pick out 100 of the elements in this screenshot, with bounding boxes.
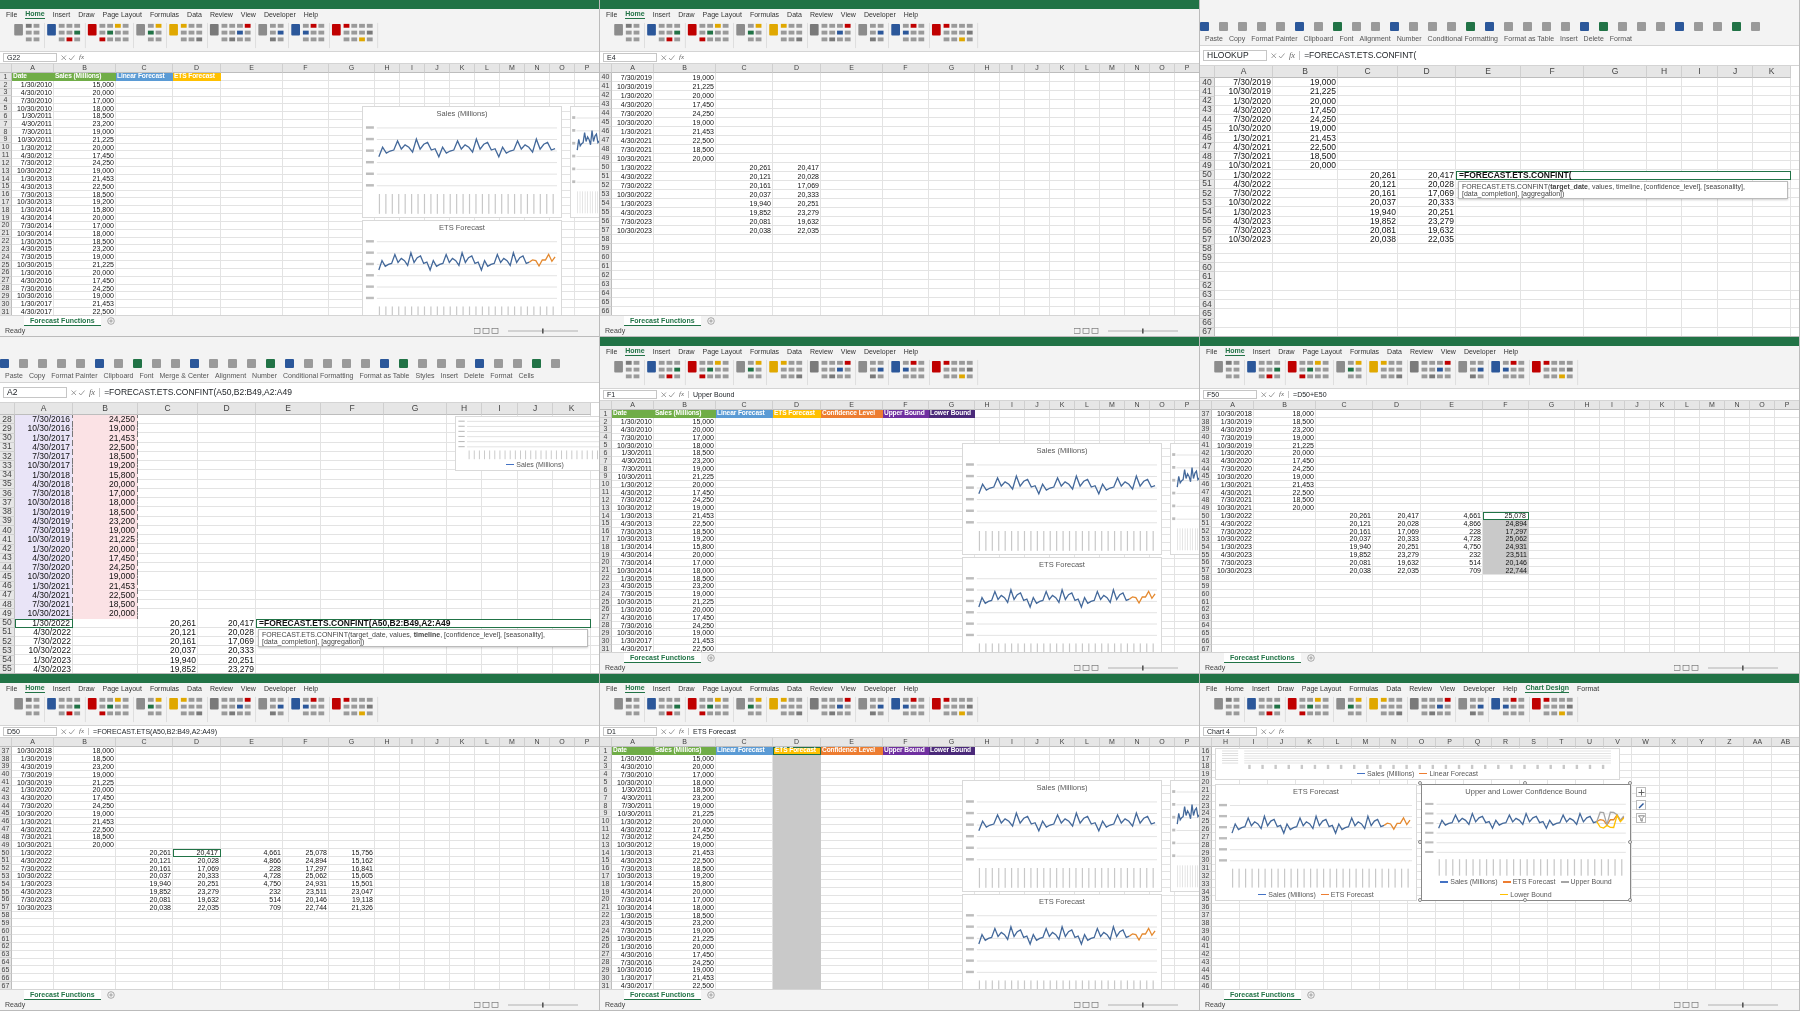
table-cell[interactable]: 1/30/2020 <box>1215 96 1273 106</box>
table-cell[interactable]: 20,333 <box>1398 198 1456 208</box>
select-all-corner[interactable] <box>1200 401 1212 410</box>
chart-elements-button[interactable] <box>1636 787 1646 797</box>
table-cell[interactable]: 1/30/2021 <box>1215 133 1273 143</box>
table-cell[interactable]: 10/30/2023 <box>1215 235 1273 245</box>
resize-handle[interactable] <box>1628 839 1632 844</box>
column-header[interactable]: H <box>1647 66 1682 78</box>
cancel-confirm-icon[interactable] <box>661 728 675 735</box>
resize-handle[interactable] <box>1418 898 1422 902</box>
row-number[interactable]: 41 <box>1200 87 1215 97</box>
row-number[interactable]: 54 <box>0 655 15 665</box>
row-number[interactable]: 65 <box>1200 309 1215 319</box>
select-all-corner[interactable] <box>600 738 612 747</box>
cancel-confirm-icon[interactable] <box>661 391 675 398</box>
resize-handle[interactable] <box>1418 781 1422 785</box>
table-cell[interactable]: 20,121 <box>138 627 198 637</box>
table-cell[interactable]: 21,225 <box>1273 87 1338 97</box>
table-cell[interactable]: 22,035 <box>1398 235 1456 245</box>
table-cell[interactable]: 4/30/2022 <box>15 627 73 637</box>
table-cell[interactable]: 10/30/2022 <box>15 646 73 656</box>
formula-field[interactable]: =FORECAST.ETS.CONFINT( <box>1299 51 1796 60</box>
column-header[interactable]: F <box>1521 66 1584 78</box>
add-sheet-icon[interactable] <box>1306 654 1315 662</box>
column-header[interactable]: D <box>1398 66 1456 78</box>
table-cell[interactable]: 23,279 <box>1398 216 1456 226</box>
table-cell[interactable]: 10/30/2020 <box>15 572 73 582</box>
selected-cell[interactable] <box>773 981 821 989</box>
table-cell[interactable]: 20,000 <box>1273 161 1338 171</box>
row-number[interactable]: 62 <box>1200 281 1215 291</box>
cancel-confirm-icon[interactable] <box>1271 52 1285 59</box>
column-header[interactable]: H <box>447 403 482 415</box>
table-cell[interactable]: 20,261 <box>138 618 198 628</box>
column-header[interactable]: B <box>1273 66 1338 78</box>
table-cell[interactable]: 20,333 <box>198 646 256 656</box>
table-cell[interactable]: 20,028 <box>198 627 256 637</box>
table-cell[interactable]: 10/30/2022 <box>1215 198 1273 208</box>
row-number[interactable]: 49 <box>0 609 15 619</box>
column-header[interactable]: K <box>553 403 591 415</box>
name-box[interactable]: A2 <box>3 387 67 398</box>
row-number[interactable]: 54 <box>1200 207 1215 217</box>
resize-handle[interactable] <box>1628 781 1632 785</box>
select-all-corner[interactable] <box>0 64 12 73</box>
row-number[interactable]: 38 <box>0 507 15 517</box>
select-all-corner[interactable] <box>600 401 612 410</box>
table-cell[interactable]: 19,000 <box>73 572 138 582</box>
table-cell[interactable]: 24,250 <box>1273 115 1338 125</box>
table-cell[interactable]: 18,000 <box>73 498 138 508</box>
table-cell[interactable]: 10/30/2019 <box>1215 87 1273 97</box>
function-label[interactable]: fx <box>1289 51 1296 60</box>
column-header[interactable]: A <box>1215 66 1273 78</box>
table-cell[interactable]: 18,500 <box>1273 152 1338 162</box>
table-cell[interactable]: 19,940 <box>138 655 198 665</box>
table-cell[interactable]: 4/30/2023 <box>15 664 73 673</box>
table-cell[interactable]: 10/30/2016 <box>15 424 73 434</box>
table-cell[interactable]: 7/30/2022 <box>1215 189 1273 199</box>
table-cell[interactable]: 17,069 <box>1398 189 1456 199</box>
table-cell[interactable]: 15,800 <box>73 470 138 480</box>
table-cell[interactable]: 20,028 <box>1398 179 1456 189</box>
column-header[interactable]: G <box>1584 66 1647 78</box>
row-number[interactable]: 42 <box>1200 96 1215 106</box>
row-number[interactable]: 42 <box>0 544 15 554</box>
table-cell[interactable]: =FORECAST.ETS.CONFINT(A50,B2:B49,A2:A49 <box>256 618 591 628</box>
table-cell[interactable]: 20,081 <box>1338 226 1398 236</box>
table-cell[interactable]: 7/30/2020 <box>1215 115 1273 125</box>
column-header[interactable]: B <box>73 403 138 415</box>
row-number[interactable]: 61 <box>1200 272 1215 282</box>
table-cell[interactable]: 18,500 <box>73 507 138 517</box>
table-cell[interactable]: 7/30/2021 <box>1215 152 1273 162</box>
select-all-corner[interactable] <box>0 738 12 747</box>
table-cell[interactable]: 10/30/2019 <box>15 535 73 545</box>
table-cell[interactable]: 21,453 <box>73 433 138 443</box>
row-number[interactable]: 45 <box>0 572 15 582</box>
table-cell[interactable]: 20,261 <box>1338 170 1398 180</box>
table-cell[interactable]: 10/30/2021 <box>1215 161 1273 171</box>
table-cell[interactable]: 19,000 <box>1273 78 1338 88</box>
column-header[interactable]: D <box>198 403 256 415</box>
table-cell[interactable]: 10/30/2017 <box>15 461 73 471</box>
resize-handle[interactable] <box>1523 898 1527 902</box>
table-cell[interactable]: 1/30/2023 <box>15 655 73 665</box>
add-sheet-icon[interactable] <box>106 317 115 325</box>
cancel-confirm-icon[interactable] <box>1261 728 1275 735</box>
table-cell[interactable]: 20,000 <box>73 544 138 554</box>
row-number[interactable]: 53 <box>1200 198 1215 208</box>
table-cell[interactable]: 22,500 <box>1273 142 1338 152</box>
row-number[interactable]: 66 <box>1200 318 1215 328</box>
table-cell[interactable]: 1/30/2023 <box>1215 207 1273 217</box>
chart-styles-button[interactable] <box>1636 800 1646 810</box>
select-all-corner[interactable] <box>600 64 612 73</box>
column-header[interactable]: A <box>15 403 73 415</box>
row-number[interactable]: 46 <box>1200 133 1215 143</box>
table-cell[interactable]: 20,000 <box>73 609 138 619</box>
table-cell[interactable]: 20,251 <box>198 655 256 665</box>
table-cell[interactable]: 19,852 <box>1338 216 1398 226</box>
column-header[interactable]: J <box>1718 66 1753 78</box>
table-cell[interactable]: 21,453 <box>1273 133 1338 143</box>
row-number[interactable]: 41 <box>0 535 15 545</box>
add-sheet-icon[interactable] <box>706 317 715 325</box>
row-number[interactable]: 30 <box>0 433 15 443</box>
table-cell[interactable]: 19,940 <box>1338 207 1398 217</box>
